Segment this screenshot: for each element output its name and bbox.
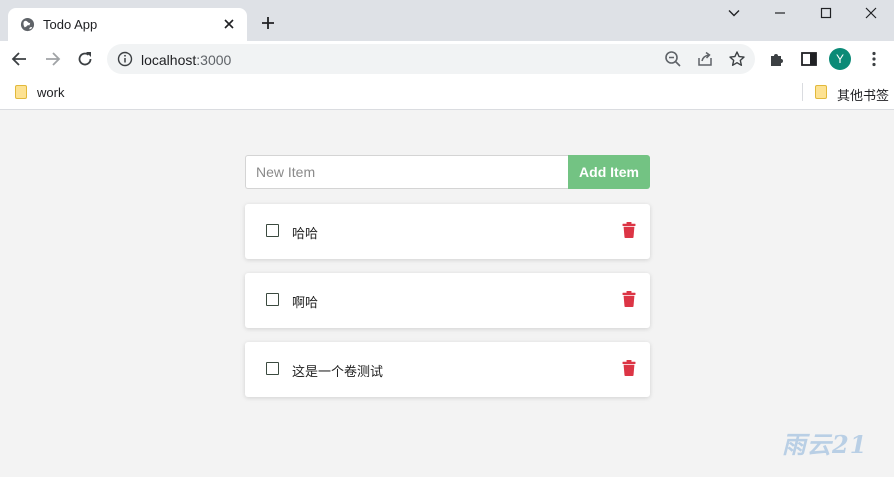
folder-icon [15, 85, 27, 99]
side-panel-icon[interactable] [799, 49, 819, 69]
todo-text: 这是一个卷测试 [292, 364, 384, 379]
url-port: :3000 [196, 52, 232, 68]
trash-icon[interactable] [622, 222, 636, 238]
add-item-form: Add Item [245, 155, 650, 189]
globe-icon [20, 17, 35, 32]
close-icon[interactable] [221, 16, 237, 32]
bookmarks-bar: work 其他书签 [0, 77, 894, 110]
bookmark-folder-work[interactable]: work [15, 83, 75, 103]
bookmark-label: work [37, 85, 65, 100]
extensions-puzzle-icon[interactable] [767, 49, 787, 69]
watermark: 雨云21 [782, 430, 868, 459]
bookmark-folder-other[interactable]: 其他书签 [815, 83, 890, 103]
forward-arrow-icon[interactable] [42, 49, 62, 69]
trash-icon[interactable] [622, 291, 636, 307]
browser-tab[interactable]: Todo App [8, 8, 247, 41]
reload-icon[interactable] [75, 49, 95, 69]
minimize-icon [775, 12, 785, 14]
back-arrow-icon[interactable] [10, 49, 30, 69]
new-item-input[interactable] [245, 155, 568, 189]
todo-checkbox[interactable] [266, 362, 279, 375]
profile-avatar[interactable]: Y [829, 48, 851, 70]
browser-toolbar: localhost:3000 Y [0, 41, 894, 77]
folder-icon [815, 85, 827, 99]
chevron-down-icon [728, 10, 740, 17]
close-icon [865, 7, 877, 19]
info-icon[interactable] [117, 51, 133, 67]
star-icon[interactable] [727, 49, 747, 69]
maximize-button[interactable] [803, 0, 849, 28]
todo-item: 啊哈 [245, 273, 650, 328]
new-tab-icon[interactable] [258, 13, 278, 33]
tab-title: Todo App [43, 17, 98, 32]
bookmark-label: 其他书签 [837, 88, 890, 103]
url-host: localhost [141, 52, 197, 68]
bookmarks-divider [802, 83, 803, 101]
close-window-button[interactable] [848, 0, 894, 28]
browser-tabstrip: Todo App [0, 0, 894, 41]
todo-checkbox[interactable] [266, 224, 279, 237]
maximize-icon [820, 7, 832, 19]
todo-item: 哈哈 [245, 204, 650, 259]
todo-text: 哈哈 [292, 226, 319, 241]
address-bar[interactable]: localhost:3000 [107, 44, 755, 74]
todo-item: 这是一个卷测试 [245, 342, 650, 397]
zoom-out-icon[interactable] [663, 49, 683, 69]
more-vertical-icon[interactable] [864, 49, 884, 69]
share-icon[interactable] [695, 49, 715, 69]
todo-checkbox[interactable] [266, 293, 279, 306]
todo-text: 啊哈 [292, 295, 319, 310]
add-item-button[interactable]: Add Item [568, 155, 650, 189]
todo-list: 哈哈 啊哈 这是一个卷测试 [245, 204, 650, 411]
minimize-button[interactable] [757, 0, 803, 28]
tab-search-button[interactable] [711, 0, 757, 28]
trash-icon[interactable] [622, 360, 636, 376]
url-text[interactable]: localhost:3000 [141, 52, 231, 68]
